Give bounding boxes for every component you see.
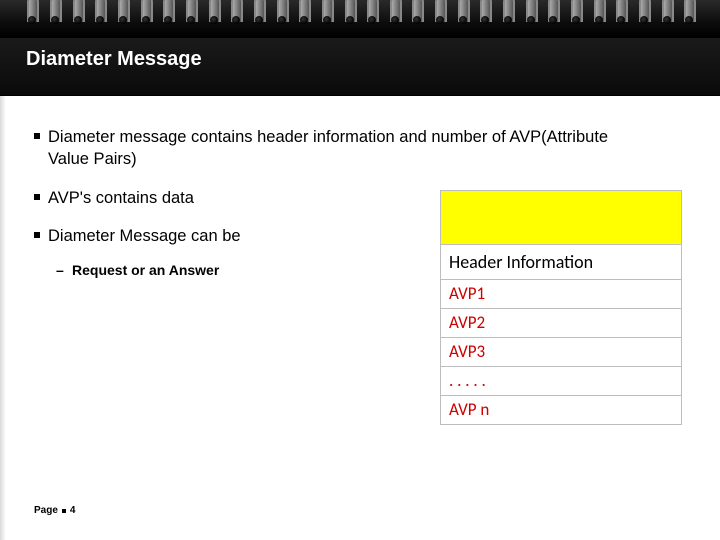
ring-icon: [525, 0, 535, 26]
ring-icon: [185, 0, 195, 26]
diagram-avp-row: AVP2: [441, 309, 681, 338]
ring-icon: [321, 0, 331, 26]
diagram-header-row: Header Information: [441, 245, 681, 280]
diagram-avp-row: AVP1: [441, 280, 681, 309]
ring-icon: [434, 0, 444, 26]
ring-icon: [253, 0, 263, 26]
page-title: Diameter Message: [26, 48, 694, 71]
square-bullet-icon: [62, 509, 66, 513]
bullet-item: Diameter message contains header informa…: [34, 126, 634, 171]
ring-icon: [479, 0, 489, 26]
bullet-text: Diameter Message can be: [48, 227, 241, 245]
ring-icon: [94, 0, 104, 26]
ring-icon: [411, 0, 421, 26]
ring-icon: [661, 0, 671, 26]
footer-page-label: Page: [34, 505, 58, 516]
footer-page-number: 4: [70, 505, 76, 516]
ring-icon: [117, 0, 127, 26]
ring-icon: [230, 0, 240, 26]
ring-icon: [140, 0, 150, 26]
diagram-avp-row: AVP3: [441, 338, 681, 367]
ring-icon: [615, 0, 625, 26]
ring-icon: [502, 0, 512, 26]
ring-icon: [366, 0, 376, 26]
ring-icon: [547, 0, 557, 26]
ring-icon: [389, 0, 399, 26]
title-bar: Diameter Message: [0, 38, 720, 96]
diagram-ellipsis-row: . . . . .: [441, 367, 681, 396]
ring-icon: [208, 0, 218, 26]
page-footer: Page 4: [34, 505, 75, 516]
ring-icon: [276, 0, 286, 26]
ring-icon: [683, 0, 693, 26]
ring-icon: [162, 0, 172, 26]
spiral-binding: [0, 0, 720, 38]
ring-icon: [593, 0, 603, 26]
ring-icon: [638, 0, 648, 26]
ring-icon: [49, 0, 59, 26]
ring-icon: [72, 0, 82, 26]
ring-icon: [26, 0, 36, 26]
diagram-yellow-block: [441, 191, 681, 245]
content-area: Diameter message contains header informa…: [0, 96, 720, 540]
message-structure-diagram: Header Information AVP1 AVP2 AVP3 . . . …: [440, 190, 682, 425]
ring-icon: [457, 0, 467, 26]
slide: Diameter Message Diameter message contai…: [0, 0, 720, 540]
diagram-avp-row: AVP n: [441, 396, 681, 424]
ring-icon: [298, 0, 308, 26]
ring-icon: [570, 0, 580, 26]
ring-icon: [344, 0, 354, 26]
